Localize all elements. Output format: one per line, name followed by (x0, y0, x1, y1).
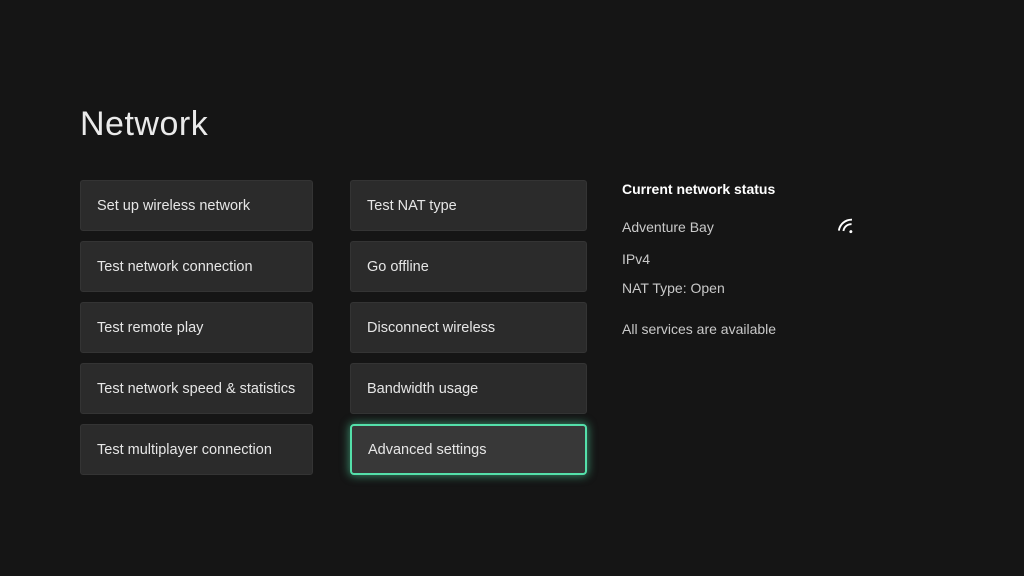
ip-version: IPv4 (622, 251, 651, 267)
menu-column-left: Set up wireless network Test network con… (80, 180, 313, 475)
button-label: Test network speed & statistics (97, 380, 296, 397)
button-label: Test remote play (97, 319, 204, 336)
test-multiplayer-connection-button[interactable]: Test multiplayer connection (80, 424, 313, 475)
test-network-speed-statistics-button[interactable]: Test network speed & statistics (80, 363, 313, 414)
button-label: Advanced settings (368, 441, 487, 458)
bandwidth-usage-button[interactable]: Bandwidth usage (350, 363, 587, 414)
disconnect-wireless-button[interactable]: Disconnect wireless (350, 302, 587, 353)
test-network-connection-button[interactable]: Test network connection (80, 241, 313, 292)
button-label: Test multiplayer connection (97, 441, 272, 458)
button-label: Go offline (367, 258, 429, 275)
status-heading: Current network status (622, 181, 776, 197)
button-label: Disconnect wireless (367, 319, 496, 336)
wifi-signal-icon (837, 218, 853, 234)
set-up-wireless-network-button[interactable]: Set up wireless network (80, 180, 313, 231)
button-label: Test network connection (97, 258, 253, 275)
nat-type: NAT Type: Open (622, 280, 725, 296)
current-network-status-panel: Current network status Adventure Bay IPv… (622, 181, 942, 350)
page-title: Network (80, 105, 209, 143)
network-name: Adventure Bay (622, 219, 714, 235)
test-nat-type-button[interactable]: Test NAT type (350, 180, 587, 231)
go-offline-button[interactable]: Go offline (350, 241, 587, 292)
button-label: Set up wireless network (97, 197, 251, 214)
advanced-settings-button[interactable]: Advanced settings (350, 424, 587, 475)
test-remote-play-button[interactable]: Test remote play (80, 302, 313, 353)
button-label: Test NAT type (367, 197, 457, 214)
button-label: Bandwidth usage (367, 380, 479, 397)
services-status: All services are available (622, 321, 777, 337)
network-name-row: Adventure Bay (622, 216, 858, 238)
network-settings-screen: Network Set up wireless network Test net… (0, 0, 1024, 576)
menu-column-right: Test NAT type Go offline Disconnect wire… (350, 180, 587, 475)
